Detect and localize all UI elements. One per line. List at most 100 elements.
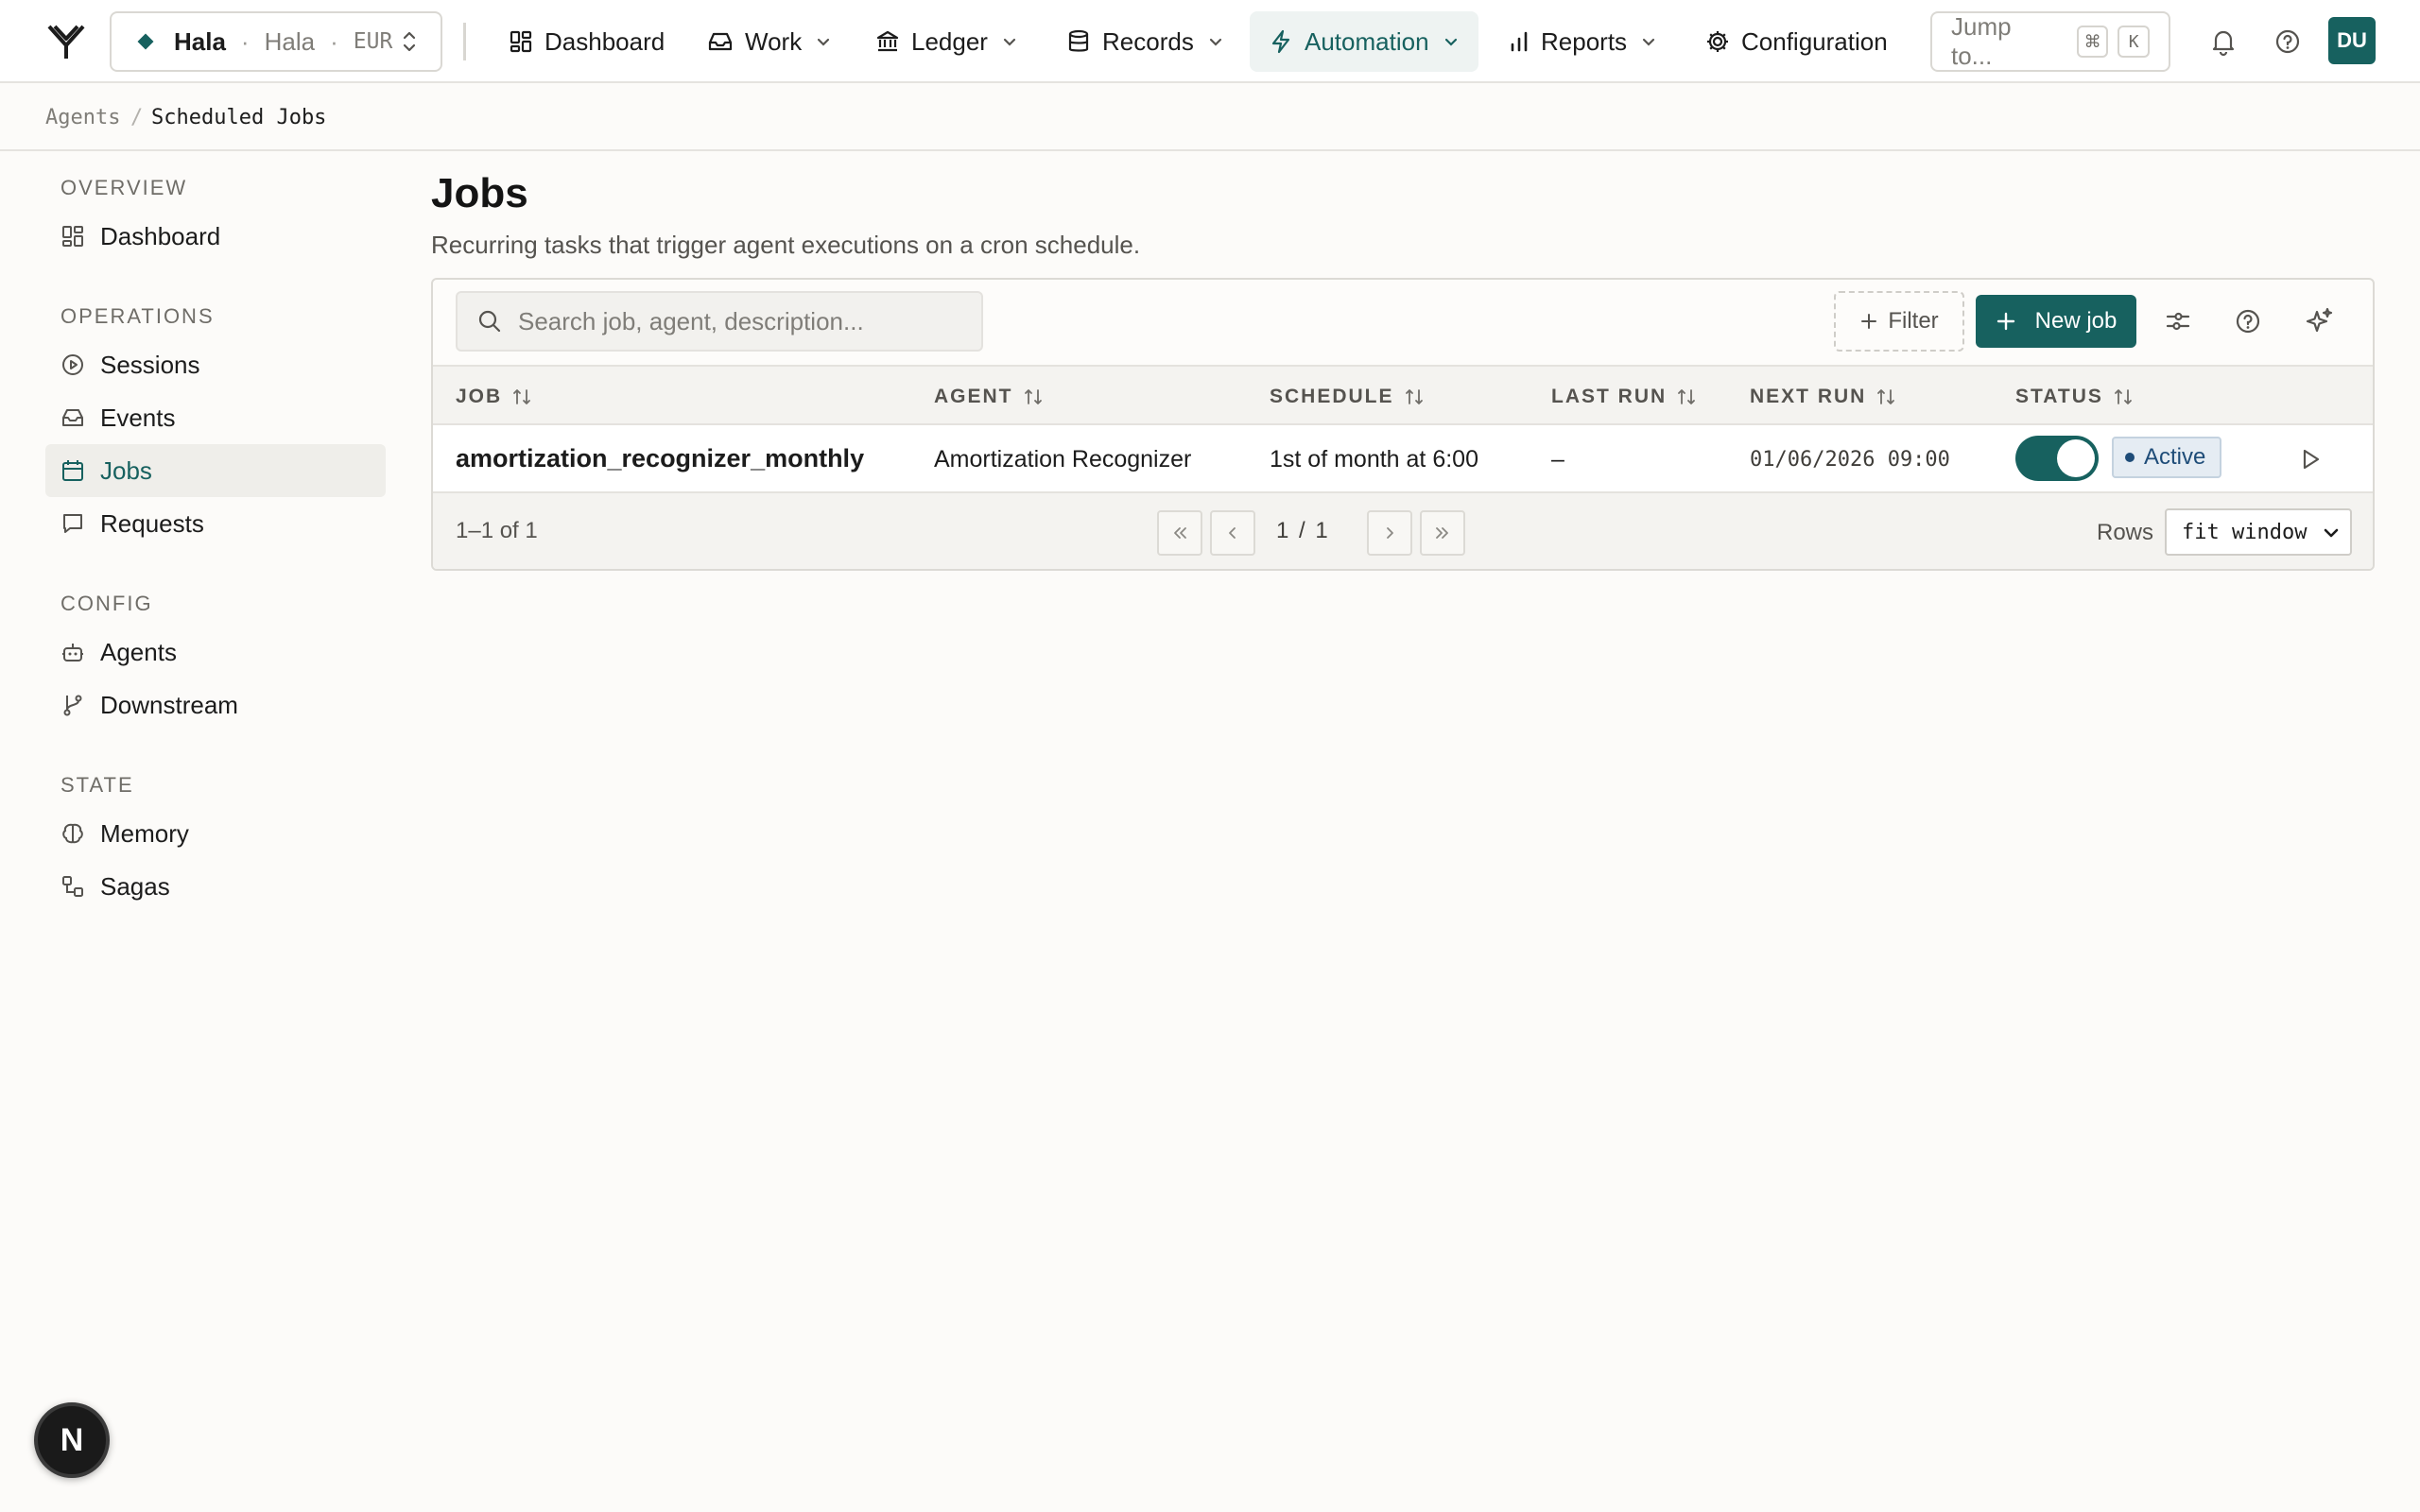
nav-label: Work [745,26,803,56]
bell-icon[interactable] [2206,25,2240,59]
breadcrumb-current: Scheduled Jobs [151,106,327,129]
message-icon [63,514,82,533]
first-page-button[interactable] [1157,510,1202,556]
new-job-button[interactable]: New job [1976,295,2136,348]
nav-label: Records [1102,26,1194,56]
page-title: Jobs [431,170,528,216]
table-row[interactable]: amortization_recognizer_monthly Amortiza… [433,425,2373,493]
chevron-down-icon [1003,38,1016,46]
sidebar-item-requests[interactable]: Requests [45,497,386,550]
section-operations: OPERATIONS [60,304,215,328]
rows-value: fit window [2182,520,2308,544]
last-page-button[interactable] [1420,510,1465,556]
sidebar-item-sessions[interactable]: Sessions [45,338,386,391]
help-icon[interactable] [2231,304,2265,338]
cell-agent: Amortization Recognizer [934,446,1192,472]
kbd-cmd: ⌘ [2076,26,2109,58]
column-header-last-run[interactable]: LAST RUN [1551,386,1697,408]
sidebar-item-label: Memory [100,818,189,848]
kbd-k: K [2118,26,2150,58]
sidebar-item-jobs[interactable]: Jobs [45,444,386,497]
sort-icon [1405,389,1423,404]
status-label: Active [2144,444,2206,470]
filter-label: Filter [1888,308,1939,334]
nav-label: Dashboard [544,26,666,56]
nav-dashboard[interactable]: Dashboard [490,11,683,72]
breadcrumb: Agents / Scheduled Jobs [0,83,2420,151]
play-circle-icon [62,354,83,375]
sliders-icon[interactable] [2161,304,2195,338]
column-header-schedule[interactable]: SCHEDULE [1270,386,1425,408]
sidebar-item-label: Sagas [100,871,170,901]
plus-icon [1996,312,2014,331]
column-header-status[interactable]: STATUS [2015,386,2134,408]
sidebar-item-label: Jobs [100,455,152,485]
search-icon [478,310,501,333]
page-description: Recurring tasks that trigger agent execu… [431,231,1141,259]
column-header-next-run[interactable]: NEXT RUN [1750,386,1896,408]
grid-icon [62,226,83,247]
sidebar-item-dashboard[interactable]: Dashboard [45,210,386,263]
column-header-agent[interactable]: AGENT [934,386,1044,408]
chevron-right-icon [1387,527,1393,539]
sidebar-item-agents[interactable]: Agents [45,626,386,679]
column-header-job[interactable]: JOB [456,386,532,408]
filter-button[interactable]: Filter [1834,291,1964,352]
section-overview: OVERVIEW [60,176,188,199]
sort-icon [513,389,531,404]
sort-icon [1678,389,1696,404]
nav-configuration[interactable]: Configuration [1686,11,1907,72]
jump-label: Jump to... [1951,12,2012,70]
nav-label: Ledger [911,26,988,56]
chevron-left-icon [1229,527,1236,539]
org-switcher[interactable]: Hala · Hala · EUR [110,11,442,72]
jobs-table-panel: Search job, agent, description... Filter… [431,278,2375,571]
status-badge: Active [2112,437,2221,478]
sidebar-item-sagas[interactable]: Sagas [45,860,386,913]
logo-icon[interactable] [45,21,87,62]
cell-schedule: 1st of month at 6:00 [1270,446,1478,472]
cell-next-run: 01/06/2026 09:00 [1750,448,1950,472]
nav-work[interactable]: Work [688,11,851,72]
nav-automation[interactable]: Automation [1250,11,1478,72]
sidebar-item-memory[interactable]: Memory [45,807,386,860]
result-count: 1–1 of 1 [456,518,538,543]
nav-ledger[interactable]: Ledger [856,11,1037,72]
pagination-bar: 1–1 of 1 1 / 1 Rows fit window [433,493,2373,569]
gear-icon [1707,31,1728,52]
breadcrumb-agents[interactable]: Agents [45,106,120,129]
chevron-up-down-icon [403,31,416,52]
chevron-down-icon [818,38,830,46]
jump-to-search[interactable]: Jump to... ⌘ K [1930,11,2170,72]
new-job-label: New job [2034,308,2118,334]
run-now-play-icon[interactable] [2297,446,2324,472]
sidebar-item-downstream[interactable]: Downstream [45,679,386,731]
git-branch-icon [63,695,82,716]
job-enabled-toggle[interactable] [2015,436,2099,481]
breadcrumb-separator: / [130,106,144,129]
dev-tools-badge[interactable]: N [34,1402,110,1478]
nav-reports[interactable]: Reports [1490,11,1676,72]
next-page-button[interactable] [1367,510,1412,556]
section-state: STATE [60,773,134,797]
sidebar-item-label: Sessions [100,350,200,379]
sidebar-item-events[interactable]: Events [45,391,386,444]
status-dot-icon [2125,453,2135,462]
nav-records[interactable]: Records [1047,11,1243,72]
help-icon[interactable] [2271,25,2305,59]
user-avatar[interactable]: DU [2328,17,2376,64]
top-nav-bar: Hala · Hala · EUR Dashboard Work Ledger … [0,0,2420,83]
chevron-down-icon [1642,38,1655,46]
brain-icon [62,823,83,844]
sidebar-item-label: Requests [100,508,204,538]
prev-page-button[interactable] [1210,510,1255,556]
cell-job[interactable]: amortization_recognizer_monthly [456,444,864,473]
org-name: Hala [174,26,226,56]
rows-per-page-select[interactable]: fit window [2165,508,2352,556]
table-header: JOB AGENT SCHEDULE LAST RUN NEXT RUN STA… [433,365,2373,425]
org-diamond-icon [137,33,154,50]
search-input[interactable]: Search job, agent, description... [456,291,983,352]
sort-icon [1877,389,1895,404]
bolt-icon [1271,29,1290,54]
sparkles-icon[interactable] [2303,304,2337,338]
